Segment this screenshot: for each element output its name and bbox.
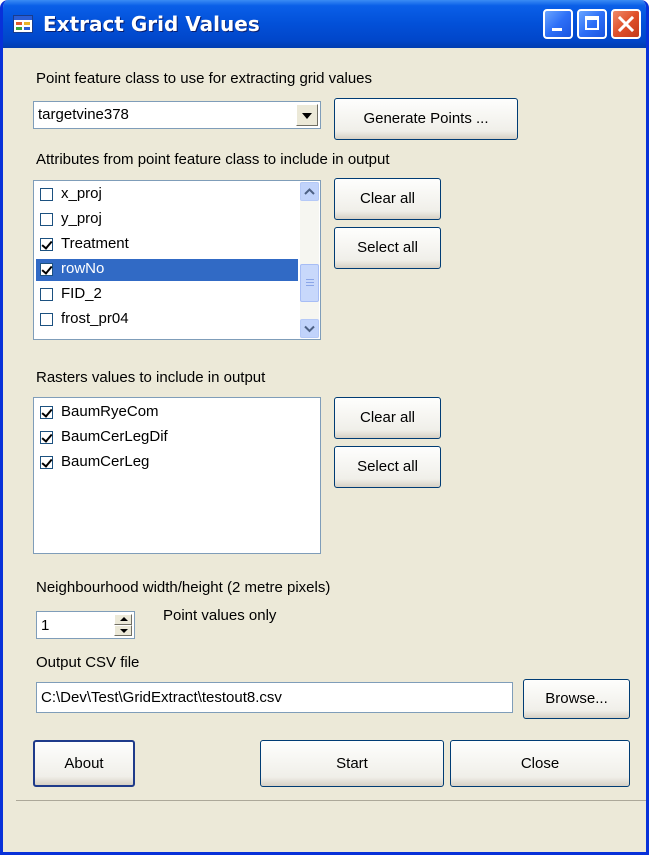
checkbox[interactable] [40,456,53,469]
neighbourhood-spinner[interactable]: 1 [36,611,135,639]
checkbox[interactable] [40,238,53,251]
checkbox[interactable] [40,406,53,419]
attributes-scrollbar[interactable] [300,182,319,338]
chevron-down-icon[interactable] [296,104,318,126]
rasters-clear-all-button[interactable]: Clear all [334,397,441,439]
point-feature-value: targetvine378 [38,106,129,123]
spin-down-icon[interactable] [114,625,132,636]
point-feature-label: Point feature class to use for extractin… [36,70,373,87]
chevron-up-icon [304,188,315,195]
scroll-down-button[interactable] [300,319,319,338]
start-button[interactable]: Start [260,740,444,787]
attributes-select-all-button[interactable]: Select all [334,227,441,269]
list-item-label: rowNo [61,260,105,277]
rasters-select-all-button[interactable]: Select all [334,446,441,488]
list-item-label: FID_2 [61,285,102,302]
point-values-only-label: Point values only [163,607,277,624]
rasters-list[interactable]: BaumRyeCom BaumCerLegDif BaumCerLeg [33,397,321,554]
grip-line [306,279,314,280]
list-item-label: y_proj [61,210,102,227]
browse-button[interactable]: Browse... [523,679,630,719]
list-item-label: frost_pr04 [61,310,129,327]
list-item-label: BaumCerLeg [61,453,150,470]
chevron-down-icon [304,325,315,333]
list-item-label: Treatment [61,235,129,252]
list-item-label: BaumRyeCom [61,403,159,420]
maximize-icon [585,16,599,30]
grip-line [306,282,314,283]
checkbox[interactable] [40,431,53,444]
maximize-button[interactable] [577,9,607,39]
close-label: Close [520,755,560,772]
output-path-field[interactable]: C:\Dev\Test\GridExtract\testout8.csv [36,682,513,713]
checkbox[interactable] [40,313,53,326]
status-bar [16,800,646,852]
point-feature-combo[interactable]: targetvine378 [33,101,321,129]
form-icon [13,15,33,33]
window-title: Extract Grid Values [43,12,260,36]
about-label: About [64,755,104,772]
output-csv-label: Output CSV file [36,654,140,671]
browse-label: Browse... [545,690,608,707]
minimize-icon [552,28,562,31]
checkbox[interactable] [40,213,53,226]
checkbox[interactable] [40,263,53,276]
close-window-button[interactable] [611,9,641,39]
output-path-value: C:\Dev\Test\GridExtract\testout8.csv [41,689,282,706]
start-label: Start [336,755,368,772]
extract-grid-values-window: Extract Grid Values Point feature class … [0,0,649,855]
spinner-buttons [114,614,132,636]
neighbourhood-value: 1 [41,617,50,634]
list-item-label: BaumCerLegDif [61,428,168,445]
scroll-thumb[interactable] [300,264,319,302]
generate-points-button[interactable]: Generate Points ... [334,98,518,140]
spin-up-icon[interactable] [114,614,132,625]
title-bar[interactable]: Extract Grid Values [3,0,646,48]
about-button[interactable]: About [33,740,135,787]
list-item-label: x_proj [61,185,102,202]
scroll-up-button[interactable] [300,182,319,201]
attributes-clear-all-button[interactable]: Clear all [334,178,441,220]
close-icon [617,15,635,33]
close-button[interactable]: Close [450,740,630,787]
clear-all-label: Clear all [359,190,416,207]
select-all-label: Select all [357,239,418,256]
attributes-label: Attributes from point feature class to i… [36,151,390,168]
minimize-button[interactable] [543,9,573,39]
list-item-selected[interactable]: rowNo [36,259,298,281]
neighbourhood-label: Neighbourhood width/height (2 metre pixe… [36,579,331,596]
select-all-label: Select all [357,458,418,475]
checkbox[interactable] [40,288,53,301]
grip-line [306,285,314,286]
attributes-list[interactable]: x_proj y_proj Treatment rowNo FID_2 fros… [33,180,321,340]
checkbox[interactable] [40,188,53,201]
rasters-label: Rasters values to include in output [36,369,266,386]
clear-all-label: Clear all [359,409,416,426]
generate-points-label: Generate Points ... [363,110,489,127]
